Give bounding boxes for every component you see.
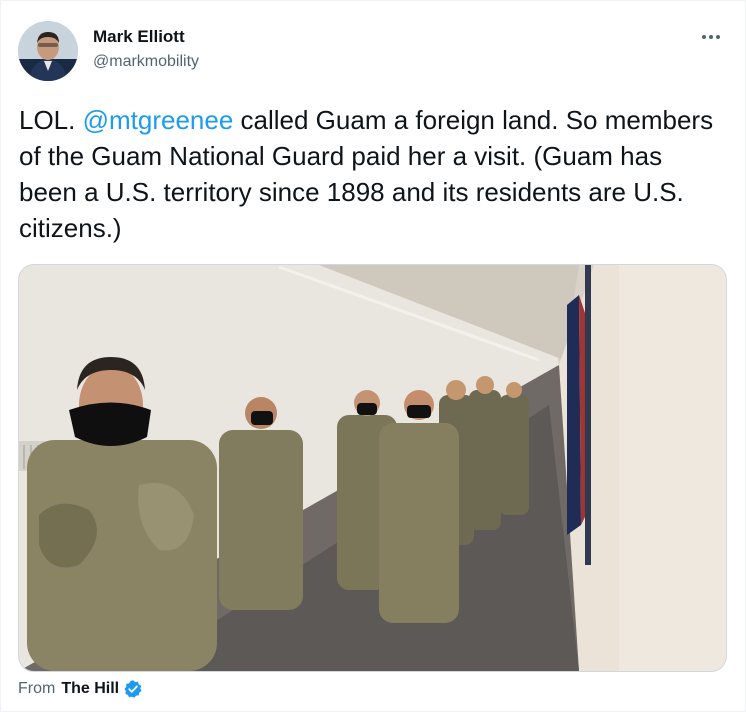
display-name[interactable]: Mark Elliott <box>93 27 185 47</box>
avatar[interactable] <box>18 21 78 81</box>
tweet-text: LOL. @mtgreenee called Guam a foreign la… <box>19 102 719 246</box>
user-handle[interactable]: @markmobility <box>93 52 199 72</box>
video-media[interactable] <box>18 264 727 672</box>
more-options-icon[interactable] <box>699 25 723 49</box>
tweet-card: Mark Elliott @markmobility LOL. @mtgreen… <box>0 0 746 712</box>
tweet-text-start: LOL. <box>19 105 83 135</box>
source-name-link[interactable]: The Hill <box>61 678 119 700</box>
source-attribution: From The Hill <box>18 678 143 700</box>
mention-link[interactable]: @mtgreenee <box>83 105 234 135</box>
source-prefix: From <box>18 680 56 697</box>
verified-badge-icon <box>123 679 143 699</box>
